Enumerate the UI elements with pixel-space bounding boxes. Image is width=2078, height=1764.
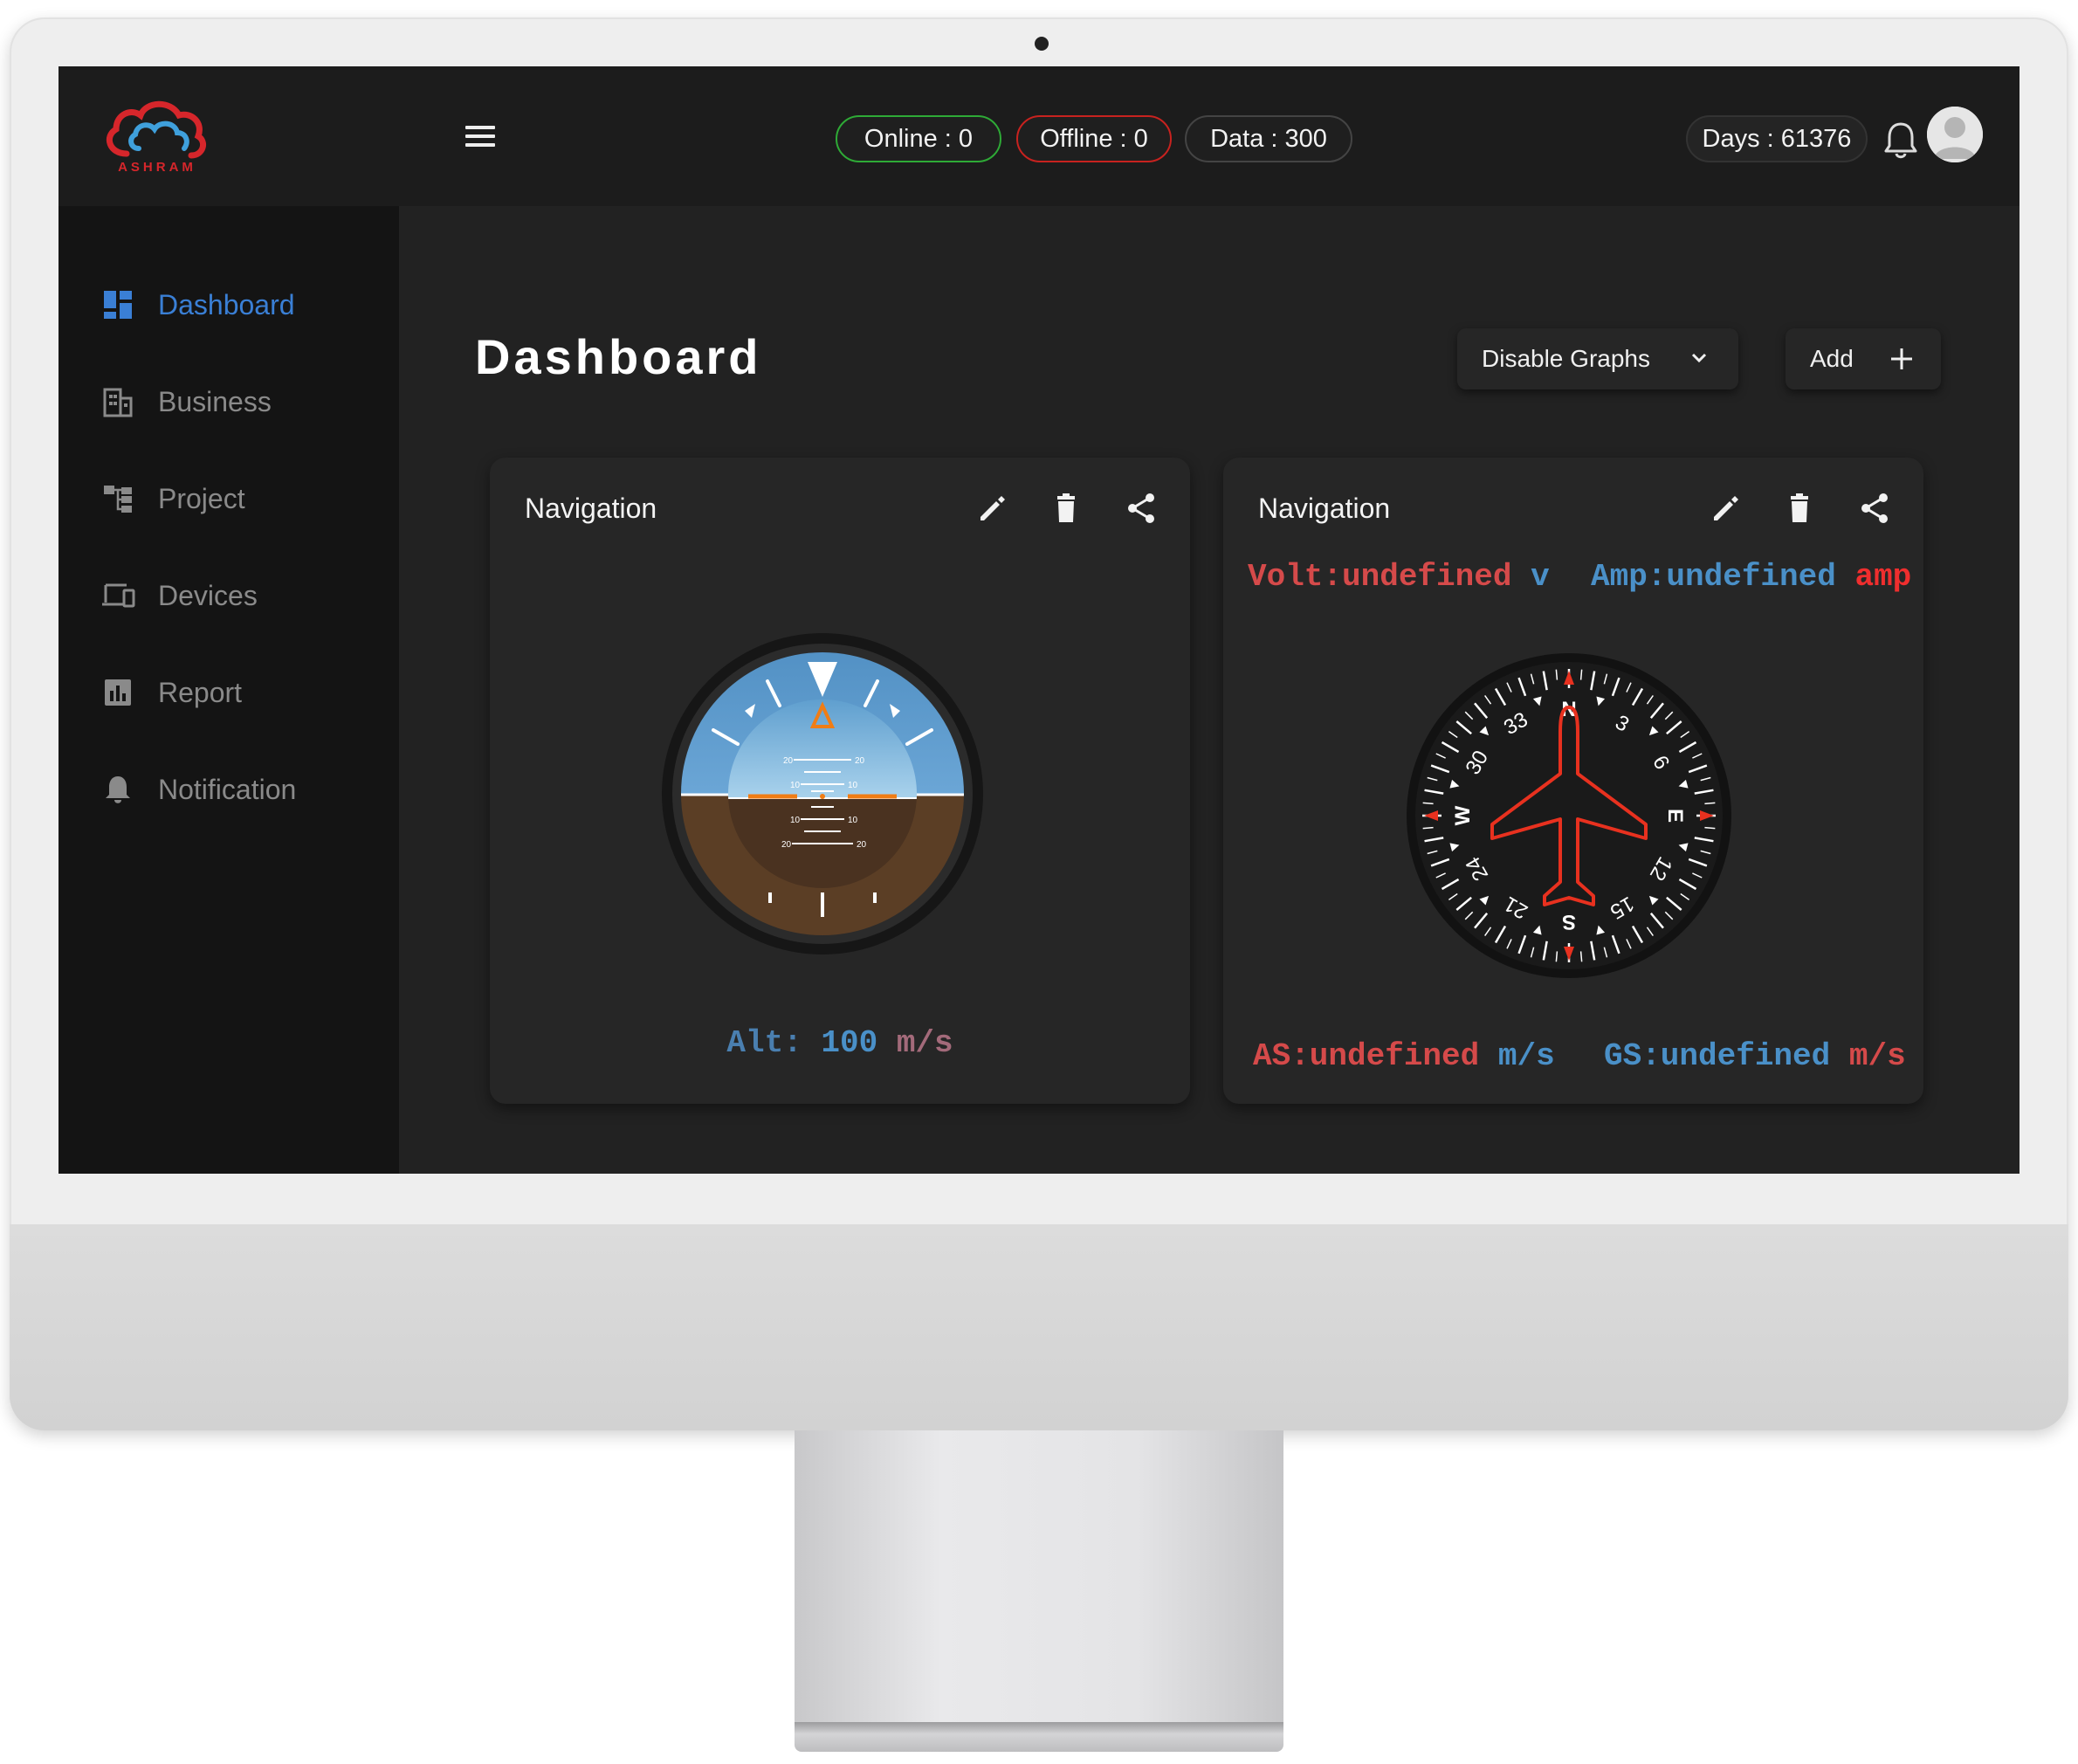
- dashboard-icon: [100, 287, 135, 322]
- pitch-label: 20: [783, 756, 794, 766]
- compass-tick: [1704, 826, 1716, 830]
- sidebar-item-dashboard[interactable]: Dashboard: [100, 279, 380, 331]
- bell-icon: [100, 772, 135, 807]
- notification-bell-icon[interactable]: [1882, 119, 1920, 161]
- hamburger-menu-icon[interactable]: [465, 126, 495, 148]
- alt-unit: m/s: [896, 1025, 953, 1061]
- navigation-card-heading: Navigation Volt:undefined v Amp:undefine…: [1223, 458, 1923, 1104]
- project-icon: [100, 481, 135, 516]
- ashram-logo[interactable]: ASHRAM: [100, 86, 214, 178]
- delete-icon[interactable]: [1049, 491, 1084, 526]
- compass-label: W: [1451, 805, 1475, 825]
- sidebar-item-label: Business: [158, 385, 272, 417]
- sidebar-item-label: Report: [158, 676, 243, 708]
- altitude-readout: Alt: 100 m/s: [490, 1025, 1190, 1061]
- pitch-label: 10: [848, 816, 858, 825]
- pitch-label: 10: [848, 781, 858, 790]
- disable-graphs-dropdown[interactable]: Disable Graphs: [1457, 328, 1738, 389]
- airspeed-readout: AS:undefined m/s: [1253, 1038, 1555, 1074]
- volt-label: Volt:undefined: [1248, 559, 1512, 595]
- gs-label: GS:undefined: [1604, 1038, 1831, 1074]
- pitch-label: 20: [781, 840, 792, 850]
- share-icon[interactable]: [1857, 491, 1892, 526]
- user-avatar[interactable]: [1927, 107, 1983, 162]
- pitch-label: 20: [855, 756, 865, 766]
- camera-dot: [1035, 37, 1049, 51]
- devices-icon: [100, 578, 135, 613]
- attitude-indicator-gauge: 20 20 10 10 10 10 20 20: [662, 633, 983, 954]
- monitor-chin: [10, 1224, 2068, 1430]
- days-count-badge: Days : 61376: [1686, 115, 1868, 162]
- compass-tick: [1555, 669, 1558, 680]
- compass-tick: [1579, 669, 1583, 680]
- plus-icon: [1891, 348, 1912, 369]
- alt-value: 100: [821, 1025, 878, 1061]
- gs-unit: m/s: [1848, 1038, 1906, 1074]
- card-title: Navigation: [525, 493, 657, 524]
- heading-indicator-gauge: N36E1215S2124W3033: [1407, 653, 1731, 978]
- voltage-readout: Volt:undefined v: [1248, 559, 1550, 595]
- sidebar-item-report[interactable]: Report: [100, 666, 380, 719]
- compass-tick: [1579, 951, 1583, 962]
- app-screen: ASHRAM Online : 0 Offline : 0 Data : 300…: [58, 66, 2020, 1174]
- card-title: Navigation: [1258, 493, 1391, 524]
- add-button-label: Add: [1810, 345, 1854, 372]
- amperage-readout: Amp:undefined amp: [1591, 559, 1911, 595]
- edit-icon[interactable]: [974, 491, 1008, 526]
- add-button[interactable]: Add: [1786, 328, 1941, 389]
- sidebar-item-label: Dashboard: [158, 288, 295, 320]
- online-status-badge: Online : 0: [836, 115, 1001, 162]
- report-icon: [100, 675, 135, 710]
- offline-status-badge: Offline : 0: [1016, 115, 1172, 162]
- sidebar-item-label: Notification: [158, 773, 297, 805]
- edit-icon[interactable]: [1707, 491, 1742, 526]
- page-title: Dashboard: [475, 329, 762, 384]
- sidebar-item-devices[interactable]: Devices: [100, 569, 380, 622]
- compass-tick: [1422, 826, 1434, 830]
- sidebar-item-business[interactable]: Business: [100, 376, 380, 428]
- sidebar-item-notification[interactable]: Notification: [100, 763, 380, 816]
- data-count-badge: Data : 300: [1185, 115, 1352, 162]
- monitor-stand-base: [795, 1722, 1283, 1752]
- sidebar-item-project[interactable]: Project: [100, 472, 380, 525]
- navigation-card-attitude: Navigation 20 20 10 10 10 10 20 20 Alt: …: [490, 458, 1190, 1104]
- disable-graphs-label: Disable Graphs: [1482, 345, 1650, 372]
- business-icon: [100, 384, 135, 419]
- pitch-label: 10: [790, 816, 801, 825]
- logo-text: ASHRAM: [118, 160, 196, 175]
- card-actions: [1707, 491, 1892, 526]
- compass-label: S: [1562, 910, 1576, 934]
- groundspeed-readout: GS:undefined m/s: [1604, 1038, 1906, 1074]
- chevron-down-icon: [1691, 353, 1707, 363]
- pitch-label: 20: [857, 840, 867, 850]
- card-actions: [974, 491, 1159, 526]
- alt-label: Alt:: [726, 1025, 802, 1061]
- delete-icon[interactable]: [1782, 491, 1817, 526]
- sidebar-item-label: Project: [158, 482, 245, 514]
- as-label: AS:undefined: [1253, 1038, 1480, 1074]
- sidebar-item-label: Devices: [158, 579, 258, 611]
- share-icon[interactable]: [1124, 491, 1159, 526]
- monitor-stand: [795, 1430, 1283, 1732]
- compass-label: E: [1663, 809, 1687, 823]
- amp-label: Amp:undefined: [1591, 559, 1836, 595]
- as-unit: m/s: [1497, 1038, 1555, 1074]
- sidebar: Dashboard Business Project Devices Repor…: [58, 206, 399, 1174]
- top-bar: ASHRAM Online : 0 Offline : 0 Data : 300…: [58, 66, 2020, 206]
- amp-unit: amp: [1854, 559, 1912, 595]
- volt-unit: v: [1531, 559, 1550, 595]
- pitch-label: 10: [790, 781, 801, 790]
- compass-tick: [1555, 951, 1558, 962]
